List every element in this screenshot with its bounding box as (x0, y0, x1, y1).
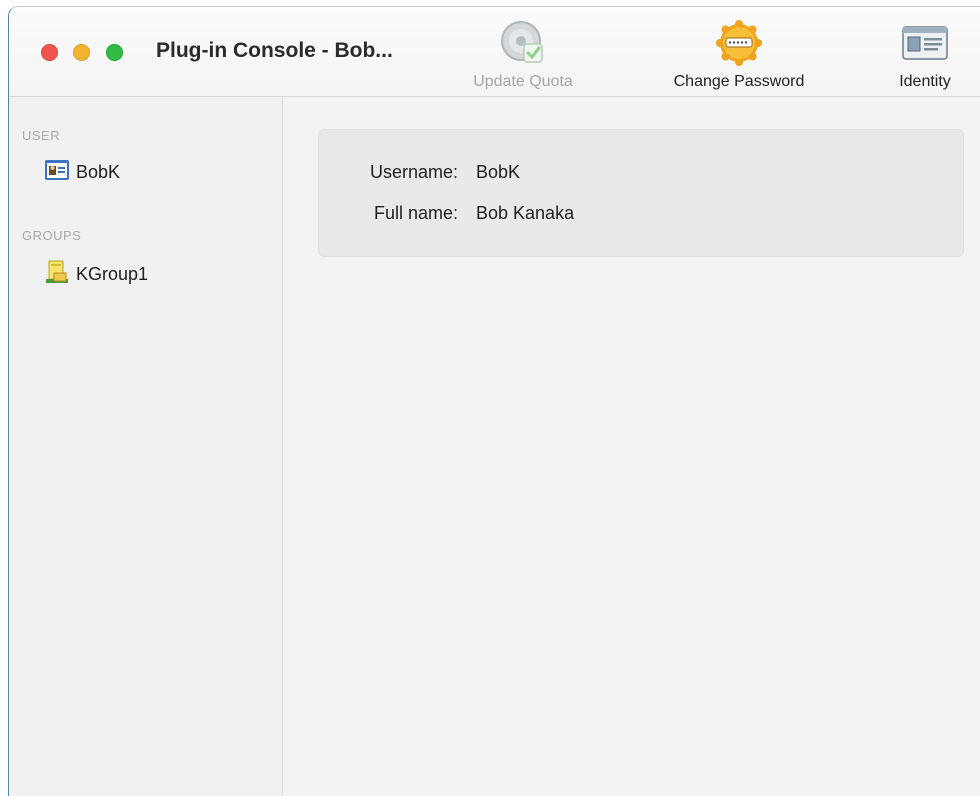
sidebar-item-user-bobk[interactable]: BobK (44, 158, 120, 186)
zoom-window-button[interactable] (106, 44, 123, 61)
username-row: Username: BobK (319, 162, 963, 188)
sidebar-item-label: BobK (76, 161, 121, 182)
password-badge-icon (714, 19, 764, 67)
plugin-console-window: Plug-in Console - Bob... Update Quota Ch… (8, 6, 980, 796)
sidebar-item-label: KGroup1 (76, 263, 149, 284)
close-window-button[interactable] (41, 44, 58, 61)
update-quota-icon (498, 19, 548, 67)
update-quota-label: Update Quota (473, 73, 573, 90)
minimize-window-button[interactable] (73, 44, 90, 61)
sidebar: USER BobK GROUPS KGroup1 (9, 97, 283, 796)
user-section-header: USER (22, 128, 61, 143)
groups-section-header: GROUPS (22, 228, 82, 243)
change-password-label: Change Password (673, 73, 805, 90)
id-card-icon (900, 19, 950, 67)
username-value: BobK (476, 162, 521, 182)
username-label: Username: (369, 162, 458, 182)
title-bar: Plug-in Console - Bob... Update Quota Ch… (9, 7, 980, 97)
fullname-row: Full name: Bob Kanaka (319, 203, 963, 229)
change-password-button[interactable]: Change Password (659, 19, 819, 91)
update-quota-button[interactable]: Update Quota (461, 19, 585, 91)
user-card-icon (44, 158, 70, 187)
fullname-value: Bob Kanaka (476, 203, 575, 223)
sidebar-item-group-kgroup1[interactable]: KGroup1 (44, 260, 148, 288)
group-folder-icon (44, 259, 70, 290)
identity-button[interactable]: Identity (885, 19, 965, 91)
fullname-label: Full name: (373, 203, 458, 223)
window-title: Plug-in Console - Bob... (156, 39, 393, 62)
user-info-panel: Username: BobK Full name: Bob Kanaka (318, 129, 964, 257)
identity-label: Identity (899, 73, 951, 90)
detail-pane: Username: BobK Full name: Bob Kanaka (283, 97, 980, 796)
